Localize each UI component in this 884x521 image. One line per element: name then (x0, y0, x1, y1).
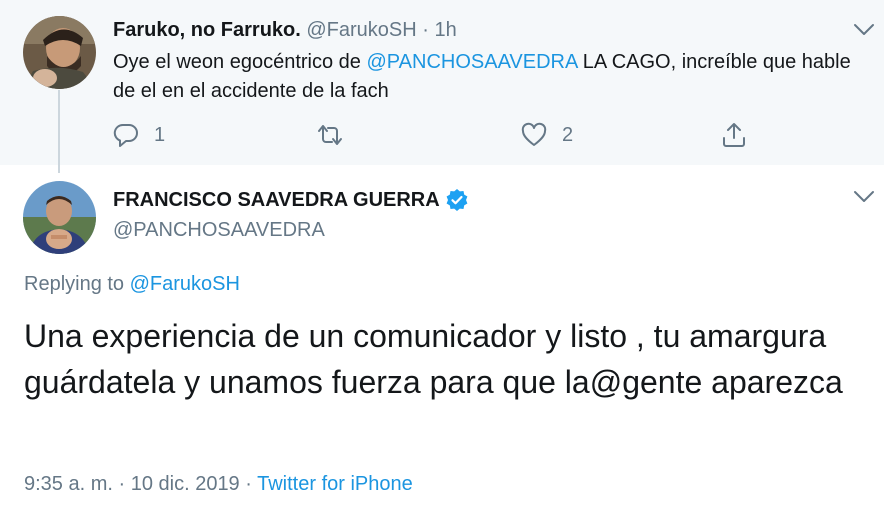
tweet-time[interactable]: 1h (435, 19, 457, 41)
reply-button[interactable]: 1 (112, 120, 165, 150)
tweet-text-start: Oye el weon egocéntrico de (113, 51, 367, 73)
like-count: 2 (562, 123, 574, 146)
tweet-date[interactable]: 9:35 a. m. · 10 dic. 2019 (24, 473, 240, 495)
mention-link[interactable]: @PANCHOSAAVEDRA (367, 51, 578, 73)
parent-header: Faruko, no Farruko. @FarukoSH · 1h (113, 17, 457, 43)
replying-to-label: Replying to (24, 273, 130, 295)
chevron-down-icon[interactable] (853, 190, 875, 204)
avatar-photo-icon (23, 181, 96, 254)
meta-separator: · (245, 473, 252, 495)
verified-badge-icon (446, 189, 468, 211)
parent-tweet[interactable]: Faruko, no Farruko. @FarukoSH · 1h Oye e… (0, 0, 884, 165)
tweet-text: Una experiencia de un comunicador y list… (24, 318, 843, 400)
avatar[interactable] (23, 16, 96, 89)
tweet-meta: 9:35 a. m. · 10 dic. 2019 · Twitter for … (24, 470, 413, 498)
replying-to-link[interactable]: @FarukoSH (130, 273, 240, 295)
heart-icon (521, 122, 547, 146)
header-separator: · (422, 19, 429, 41)
avatar[interactable] (23, 181, 96, 254)
author-handle[interactable]: @FarukoSH (306, 19, 416, 41)
author-name[interactable]: FRANCISCO SAAVEDRA GUERRA (113, 186, 469, 214)
avatar-photo-icon (23, 16, 96, 89)
tweet-text: Oye el weon egocéntrico de @PANCHOSAAVED… (113, 48, 873, 106)
share-icon (723, 123, 745, 147)
thread-connector-line (58, 90, 60, 173)
replying-to: Replying to @FarukoSH (24, 270, 240, 298)
retweet-button[interactable] (315, 120, 359, 150)
reply-icon (113, 123, 138, 147)
author-name-text: FRANCISCO SAAVEDRA GUERRA (113, 189, 440, 211)
share-button[interactable] (720, 120, 748, 150)
like-button[interactable]: 2 (520, 120, 573, 150)
reply-count: 1 (154, 123, 166, 146)
tweet-source-link[interactable]: Twitter for iPhone (257, 473, 413, 495)
chevron-down-icon[interactable] (853, 23, 875, 37)
author-name[interactable]: Faruko, no Farruko. (113, 19, 301, 41)
author-handle[interactable]: @PANCHOSAAVEDRA (113, 216, 325, 244)
retweet-icon (318, 125, 342, 145)
